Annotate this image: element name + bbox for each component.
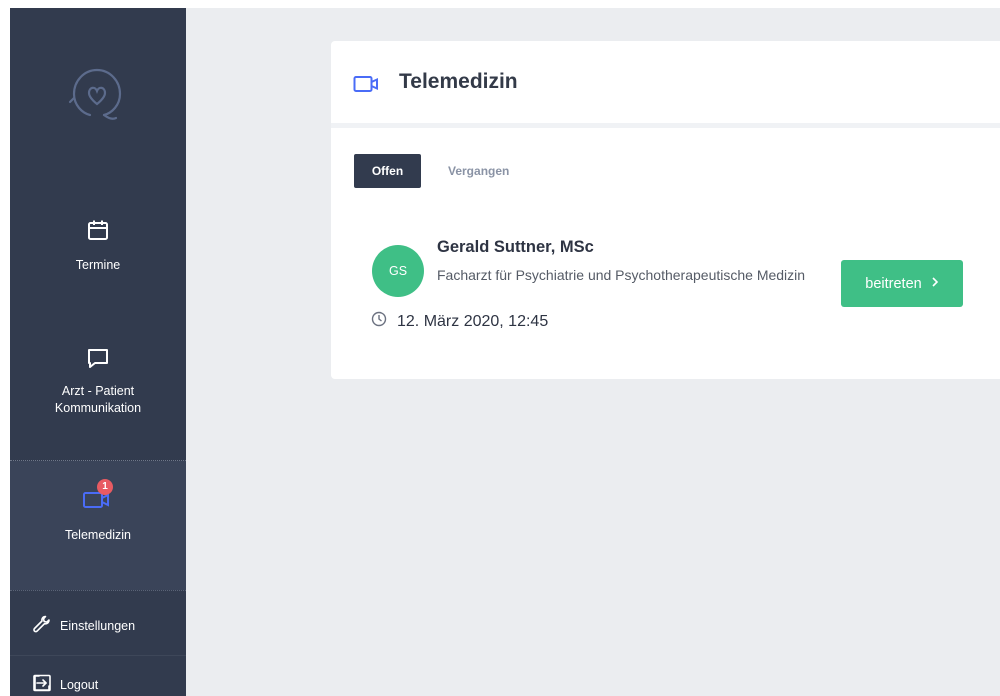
page-title: Telemedizin bbox=[399, 70, 518, 93]
sidebar-item-label: Logout bbox=[60, 677, 99, 692]
avatar: GS bbox=[372, 245, 424, 297]
sidebar-item-telemedizin[interactable]: 1 Telemedizin bbox=[10, 461, 186, 590]
notification-badge: 1 bbox=[97, 479, 113, 495]
doctor-specialty: Facharzt für Psychiatrie und Psychothera… bbox=[437, 267, 806, 283]
app-window: Termine Arzt - Patient Kommunikation 1 T… bbox=[0, 0, 1000, 696]
sidebar-item-label: Arzt - Patient Kommunikation bbox=[54, 384, 142, 415]
join-button[interactable]: beitreten bbox=[841, 260, 963, 307]
chevron-right-icon bbox=[931, 276, 939, 292]
telemedizin-card: Telemedizin Offen Vergangen GS Gerald Su… bbox=[331, 41, 1000, 379]
sidebar-item-label: Termine bbox=[75, 258, 121, 272]
divider bbox=[10, 590, 186, 591]
left-strip bbox=[0, 0, 10, 696]
sidebar-item-einstellungen[interactable]: Einstellungen bbox=[32, 614, 135, 638]
chat-bubble-icon bbox=[10, 346, 186, 375]
clock-icon bbox=[371, 311, 387, 332]
appointment-time: 12. März 2020, 12:45 bbox=[371, 311, 548, 332]
sidebar-item-arzt-patient-kommunikation[interactable]: Arzt - Patient Kommunikation bbox=[10, 346, 186, 442]
sidebar-item-termine[interactable]: Termine bbox=[10, 218, 186, 298]
appointment-datetime: 12. März 2020, 12:45 bbox=[397, 312, 549, 330]
calendar-icon bbox=[10, 218, 186, 247]
sidebar-item-label: Telemedizin bbox=[64, 528, 131, 542]
sidebar: Termine Arzt - Patient Kommunikation 1 T… bbox=[10, 8, 186, 696]
video-camera-icon bbox=[353, 74, 381, 99]
tab-vergangen[interactable]: Vergangen bbox=[448, 154, 509, 188]
card-header: Telemedizin bbox=[331, 41, 1000, 128]
sidebar-item-label: Einstellungen bbox=[60, 618, 136, 633]
divider bbox=[10, 655, 186, 656]
video-camera-icon bbox=[83, 492, 113, 515]
wrench-icon bbox=[32, 614, 52, 639]
sidebar-item-logout[interactable]: Logout bbox=[32, 673, 98, 696]
join-button-label: beitreten bbox=[865, 275, 922, 292]
stethoscope-heart-icon[interactable] bbox=[62, 58, 132, 128]
logout-icon bbox=[32, 673, 52, 696]
top-strip bbox=[0, 0, 1000, 8]
doctor-name: Gerald Suttner, MSc bbox=[437, 238, 594, 256]
tab-offen[interactable]: Offen bbox=[354, 154, 421, 188]
